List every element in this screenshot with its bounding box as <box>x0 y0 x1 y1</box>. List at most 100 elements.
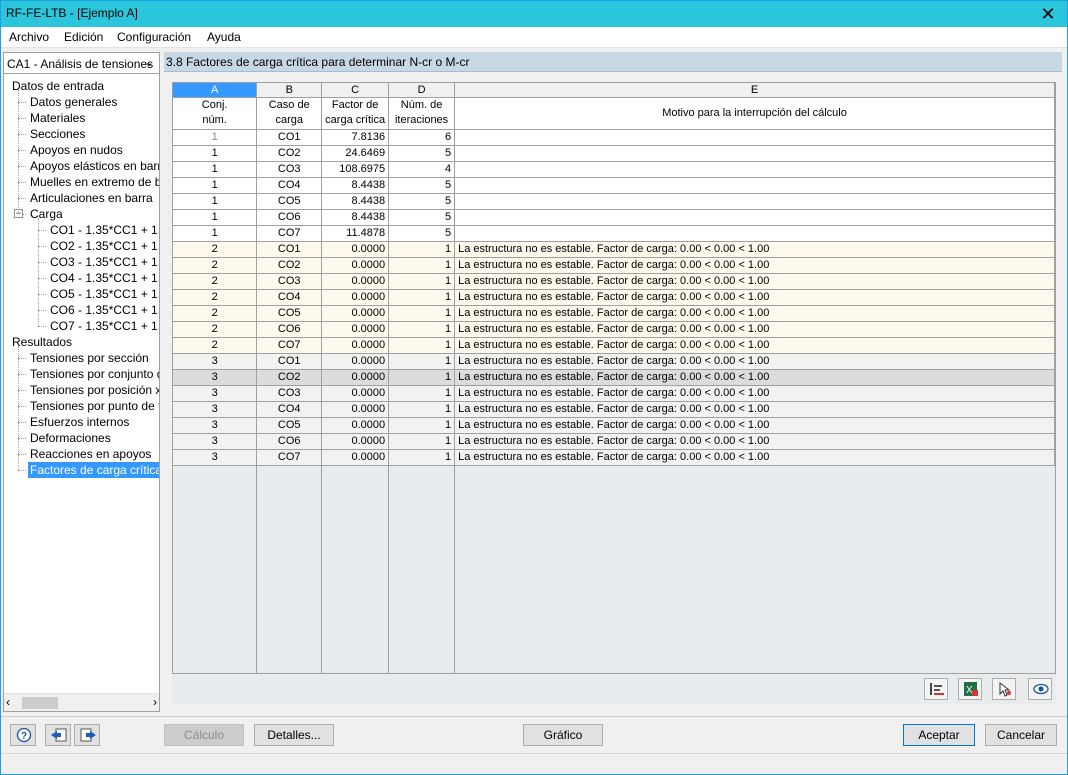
view-button[interactable] <box>1028 678 1052 700</box>
table-cell-set[interactable]: 2 <box>173 321 258 338</box>
table-cell-reason[interactable] <box>454 145 1055 162</box>
tree-item[interactable]: CO2 - 1.35*CC1 + 1.5*CC3 <box>48 238 159 254</box>
table-cell-factor[interactable]: 0.0000 <box>321 433 390 450</box>
tree-item[interactable]: Resultados <box>10 334 74 350</box>
table-cell-set[interactable]: 3 <box>173 385 258 402</box>
table-cell-lc[interactable]: CO3 <box>256 161 323 178</box>
table-cell-reason[interactable] <box>454 129 1055 146</box>
table-row[interactable]: 2 CO5 0.0000 1 La estructura no es estable. … <box>173 305 1055 322</box>
table-cell-set[interactable]: 3 <box>173 417 258 434</box>
table-cell-lc[interactable]: CO2 <box>256 145 323 162</box>
accept-button[interactable]: Aceptar <box>903 724 975 746</box>
scroll-right-icon[interactable]: › <box>153 695 157 709</box>
table-cell-factor[interactable]: 8.4438 <box>321 209 390 226</box>
calculate-button[interactable]: Cálculo <box>164 724 244 746</box>
table-cell-factor[interactable]: 7.8136 <box>321 129 390 146</box>
table-cell-reason[interactable]: La estructura no es estable. Factor de c… <box>454 273 1055 290</box>
table-cell-reason[interactable]: La estructura no es estable. Factor de c… <box>454 433 1055 450</box>
table-cell-lc[interactable]: CO6 <box>256 433 323 450</box>
table-cell-iter[interactable]: 1 <box>388 241 456 258</box>
table-cell-set[interactable]: 2 <box>173 257 258 274</box>
scroll-left-icon[interactable]: ‹ <box>6 695 10 709</box>
table-cell-factor[interactable]: 0.0000 <box>321 337 390 354</box>
tree-item[interactable]: CO7 - 1.35*CC1 + 1.35*CC6 <box>48 318 159 334</box>
table-cell-iter[interactable]: 1 <box>388 369 456 386</box>
tree-item[interactable]: Deformaciones <box>28 430 113 446</box>
table-cell-reason[interactable]: La estructura no es estable. Factor de c… <box>454 305 1055 322</box>
tree-item[interactable]: CO5 - 1.35*CC1 + 1.35*CC4 <box>48 286 159 302</box>
table-cell-factor[interactable]: 0.0000 <box>321 321 390 338</box>
menu-configuracion[interactable]: Configuración <box>117 30 191 44</box>
import-button[interactable] <box>45 724 71 746</box>
tree-item[interactable]: Factores de carga crítica para determina… <box>28 462 159 478</box>
excel-export-button[interactable]: X <box>958 678 982 700</box>
table-cell-lc[interactable]: CO5 <box>256 193 323 210</box>
graphic-button[interactable]: Gráfico <box>523 724 603 746</box>
table-row[interactable]: 2 CO6 0.0000 1 La estructura no es estable. … <box>173 321 1055 338</box>
help-button[interactable]: ? <box>10 724 36 746</box>
table-cell-iter[interactable]: 5 <box>388 177 456 194</box>
table-cell-factor[interactable]: 0.0000 <box>321 305 390 322</box>
tree-item[interactable]: CO4 - 1.35*CC1 + 1.35*CC3 <box>48 270 159 286</box>
table-cell-factor[interactable]: 0.0000 <box>321 257 390 274</box>
table-cell-reason[interactable]: La estructura no es estable. Factor de c… <box>454 289 1055 306</box>
table-cell-set[interactable]: 1 <box>173 145 258 162</box>
table-cell-iter[interactable]: 1 <box>388 289 456 306</box>
table-cell-iter[interactable]: 1 <box>388 305 456 322</box>
table-row[interactable]: 1 CO1 7.8136 6 <box>173 129 1055 146</box>
table-cell-iter[interactable]: 1 <box>388 417 456 434</box>
table-cell-iter[interactable]: 1 <box>388 273 456 290</box>
tree-item[interactable]: Muelles en extremo de barra <box>28 174 159 190</box>
table-row[interactable]: 3 CO1 0.0000 1 La estructura no es estable. … <box>173 353 1055 370</box>
table-cell-set[interactable]: 2 <box>173 273 258 290</box>
chevron-down-icon[interactable]: ⌄ <box>142 54 156 72</box>
table-cell-set[interactable]: 3 <box>173 369 258 386</box>
table-cell-lc[interactable]: CO4 <box>256 401 323 418</box>
details-button[interactable]: Detalles... <box>254 724 334 746</box>
table-cell-reason[interactable]: La estructura no es estable. Factor de c… <box>454 401 1055 418</box>
table-cell-iter[interactable]: 1 <box>388 449 456 466</box>
table-cell-factor[interactable]: 108.6975 <box>321 161 390 178</box>
table-cell-lc[interactable]: CO5 <box>256 417 323 434</box>
column-letter[interactable]: C <box>321 83 390 98</box>
tree-item[interactable]: CO1 - 1.35*CC1 + 1.5*CC2 <box>48 222 159 238</box>
table-cell-set[interactable]: 1 <box>173 161 258 178</box>
table-cell-iter[interactable]: 1 <box>388 321 456 338</box>
table-row[interactable]: 3 CO2 0.0000 1 La estructura no es estable. … <box>173 369 1055 386</box>
table-cell-lc[interactable]: CO2 <box>256 369 323 386</box>
table-cell-set[interactable]: 3 <box>173 353 258 370</box>
table-cell-iter[interactable]: 6 <box>388 129 456 146</box>
export-button[interactable] <box>74 724 100 746</box>
table-cell-iter[interactable]: 1 <box>388 257 456 274</box>
table-cell-lc[interactable]: CO5 <box>256 305 323 322</box>
table-row[interactable]: 1 CO6 8.4438 5 <box>173 209 1055 226</box>
table-cell-set[interactable]: 1 <box>173 209 258 226</box>
menu-archivo[interactable]: Archivo <box>9 30 49 44</box>
table-row[interactable]: 1 CO2 24.6469 5 <box>173 145 1055 162</box>
table-row[interactable]: 2 CO4 0.0000 1 La estructura no es estable. … <box>173 289 1055 306</box>
table-cell-set[interactable]: 1 <box>173 193 258 210</box>
pick-button[interactable] <box>992 678 1016 700</box>
tree-horizontal-scrollbar[interactable]: ‹ › <box>4 693 159 711</box>
table-cell-factor[interactable]: 11.4878 <box>321 225 390 242</box>
tree-item[interactable]: Apoyos en nudos <box>28 142 125 158</box>
table-row[interactable]: 2 CO2 0.0000 1 La estructura no es estable. … <box>173 257 1055 274</box>
table-cell-set[interactable]: 3 <box>173 433 258 450</box>
table-cell-set[interactable]: 2 <box>173 305 258 322</box>
tree-item[interactable]: Materiales <box>28 110 87 126</box>
table-cell-lc[interactable]: CO7 <box>256 449 323 466</box>
table-row[interactable]: 3 CO6 0.0000 1 La estructura no es estable. … <box>173 433 1055 450</box>
table-cell-factor[interactable]: 24.6469 <box>321 145 390 162</box>
table-cell-iter[interactable]: 1 <box>388 385 456 402</box>
table-cell-lc[interactable]: CO1 <box>256 353 323 370</box>
table-cell-set[interactable]: 2 <box>173 289 258 306</box>
table-cell-reason[interactable]: La estructura no es estable. Factor de c… <box>454 241 1055 258</box>
table-cell-reason[interactable]: La estructura no es estable. Factor de c… <box>454 369 1055 386</box>
table-cell-factor[interactable]: 0.0000 <box>321 449 390 466</box>
table-cell-reason[interactable] <box>454 225 1055 242</box>
table-cell-iter[interactable]: 1 <box>388 353 456 370</box>
table-cell-factor[interactable]: 0.0000 <box>321 385 390 402</box>
table-cell-reason[interactable] <box>454 209 1055 226</box>
table-cell-factor[interactable]: 0.0000 <box>321 369 390 386</box>
table-cell-reason[interactable] <box>454 177 1055 194</box>
